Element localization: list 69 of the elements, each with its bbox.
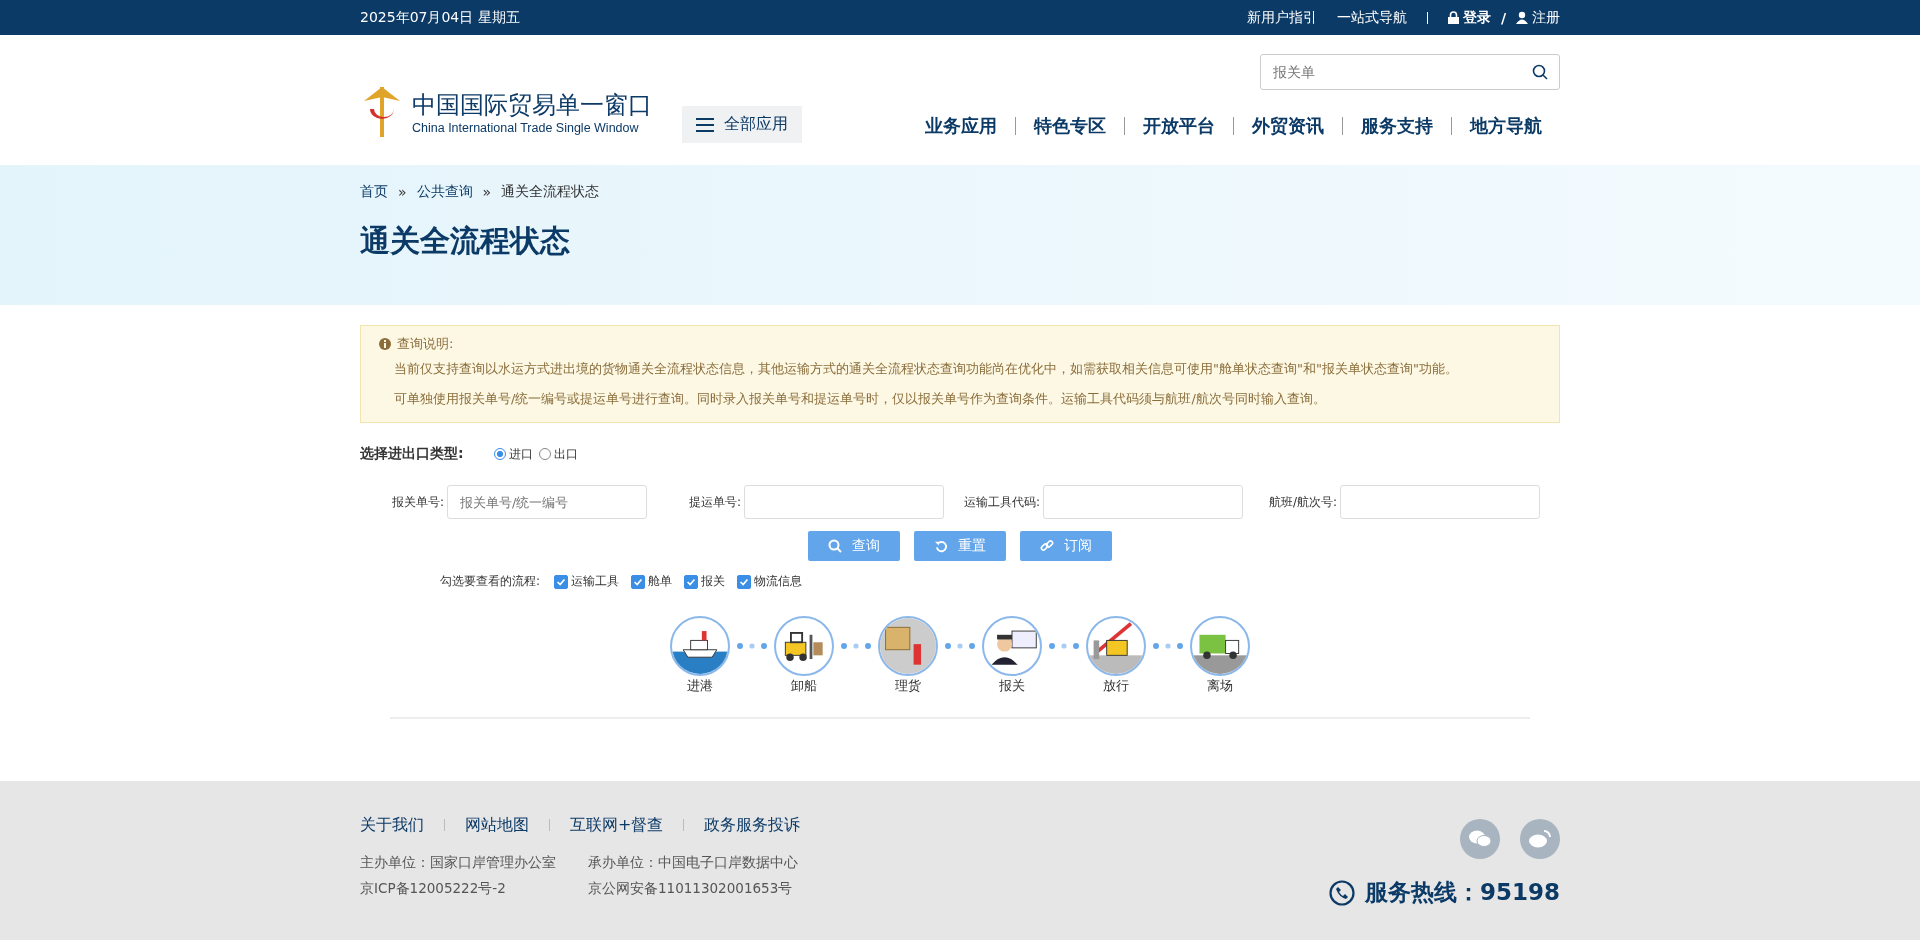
separator-text: / <box>1500 9 1506 26</box>
checkbox-option[interactable]: 运输工具 <box>554 573 620 590</box>
breadcrumb-current: 通关全流程状态 <box>501 183 600 201</box>
field-label: 运输工具代码: <box>963 493 1040 511</box>
step-label: 理货 <box>895 677 921 695</box>
input-field[interactable]: 报关单号/统一编号 <box>447 485 647 519</box>
footer-info: 京公网安备11011302001653号 <box>588 879 794 898</box>
nav-link[interactable]: 特色专区 <box>1015 117 1124 135</box>
hotline-text: 服务热线：95198 <box>1364 878 1560 907</box>
nav-link[interactable]: 业务应用 <box>907 117 1015 135</box>
footer-info: 主办单位：国家口岸管理办公室 <box>360 853 556 872</box>
search-icon <box>828 539 842 553</box>
date-text: 2025年07月04日 星期五 <box>360 8 520 27</box>
top-link[interactable]: 一站式导航 <box>1336 8 1407 27</box>
radio-option[interactable]: 进口 <box>493 445 533 463</box>
ship-icon <box>670 616 730 676</box>
breadcrumb-separator: » <box>482 184 492 200</box>
radio-option[interactable]: 出口 <box>538 445 578 463</box>
step-label: 离场 <box>1207 677 1233 695</box>
breadcrumb-link[interactable]: 首页 <box>360 183 388 201</box>
boxes-icon <box>878 616 938 676</box>
flow-label: 勾选要查看的流程: <box>440 573 541 590</box>
footer-info: 京ICP备12005222号-2 <box>360 879 507 898</box>
input-field[interactable] <box>743 485 944 519</box>
notice-text: 当前仅支持查询以水运方式进出境的货物通关全流程状态信息，其他运输方式的通关全流程状态查询功能尚在优化中，如需获取相关信息可使用"舱单状态查询"和"报关单状态查询"功能。 <box>394 360 1459 378</box>
nav-link[interactable]: 开放平台 <box>1124 117 1233 135</box>
step-label: 报关 <box>999 677 1025 695</box>
step-label: 进港 <box>687 677 713 695</box>
checkbox-option[interactable]: 舱单 <box>631 573 673 590</box>
login-link[interactable]: 登录 <box>1462 8 1491 27</box>
search-icon[interactable] <box>1532 64 1548 80</box>
reset-icon <box>934 539 948 553</box>
truck-icon <box>1190 616 1250 676</box>
phone-icon <box>1328 879 1355 906</box>
logo-title: 中国国际贸易单一窗口 <box>412 90 652 121</box>
lock-icon <box>1447 11 1459 24</box>
nav-link[interactable]: 服务支持 <box>1342 117 1451 135</box>
footer-link[interactable]: 网站地图 <box>444 819 549 831</box>
logo-subtitle: China International Trade Single Window <box>412 121 640 135</box>
input-field[interactable] <box>1043 485 1243 519</box>
checkbox-option[interactable]: 报关 <box>684 573 726 590</box>
checkbox-option[interactable]: 物流信息 <box>737 573 803 590</box>
step-label: 放行 <box>1103 677 1129 695</box>
gate-icon <box>1086 616 1146 676</box>
page-title: 通关全流程状态 <box>360 222 571 260</box>
field-label: 报关单号: <box>391 493 444 511</box>
footer-info: 承办单位：中国电子口岸数据中心 <box>588 853 798 872</box>
field-label: 提运单号: <box>688 493 741 511</box>
footer-link[interactable]: 政务服务投诉 <box>683 819 821 831</box>
search-field[interactable]: 报关单 <box>1260 54 1560 90</box>
user-icon <box>1516 11 1528 24</box>
breadcrumb-separator: » <box>398 184 407 200</box>
info-icon <box>379 338 391 350</box>
register-link[interactable]: 注册 <box>1532 8 1560 27</box>
input-field[interactable] <box>1340 485 1540 519</box>
notice-heading: 查询说明: <box>397 335 454 353</box>
top-link[interactable]: 新用户指引 <box>1246 8 1317 27</box>
type-label: 选择进出口类型: <box>360 445 464 463</box>
nav-link[interactable]: 外贸资讯 <box>1233 117 1342 135</box>
nav-link[interactable]: 地方导航 <box>1451 117 1560 135</box>
breadcrumb-link[interactable]: 公共查询 <box>416 183 473 201</box>
notice-text: 可单独使用报关单号/统一编号或提运单号进行查询。同时录入报关单号和提运单号时，仅以报关单号作为查询条件。运输工具代码须与航班/航次号同时输入查询。 <box>394 390 1327 408</box>
all-apps-button[interactable]: 全部应用 <box>682 106 802 143</box>
menu-icon <box>696 117 714 132</box>
field-label: 航班/航次号: <box>1268 493 1337 511</box>
officer-icon <box>982 616 1042 676</box>
link-icon <box>1040 539 1054 553</box>
forklift-icon <box>774 616 834 676</box>
step-label: 卸船 <box>791 677 817 695</box>
